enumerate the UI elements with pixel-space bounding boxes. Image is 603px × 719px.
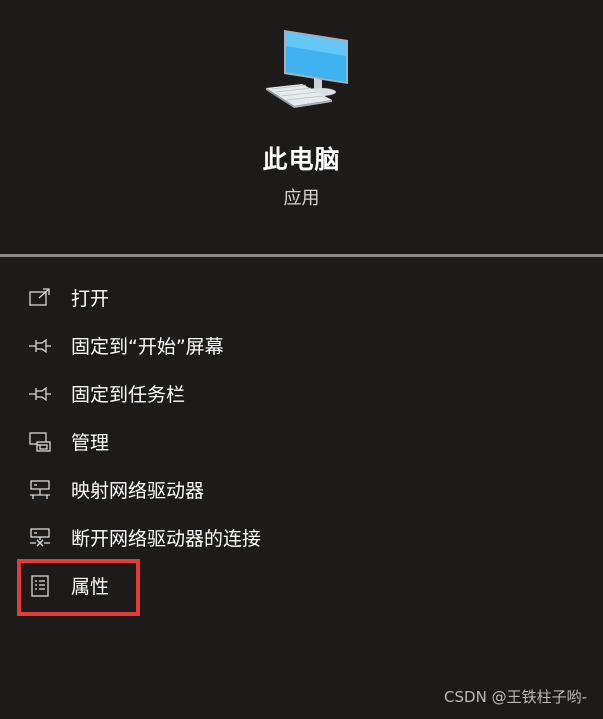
watermark: CSDN @王铁柱子哟- [444,688,587,706]
divider [0,254,603,257]
menu-item-open[interactable]: 打开 [0,275,603,323]
menu-item-label: 映射网络驱动器 [71,480,205,502]
properties-list-icon [31,575,49,597]
context-menu: 打开 固定到“开始”屏幕 固定到任务栏 管理 映射网络驱动器 断开网络驱动器的连… [0,275,603,611]
menu-item-label: 打开 [71,288,110,310]
app-header: 此电脑 应用 [0,0,603,254]
app-title: 此电脑 [262,145,341,174]
menu-item-label: 固定到“开始”屏幕 [71,336,224,358]
menu-item-map-network-drive[interactable]: 映射网络驱动器 [0,467,603,515]
menu-item-manage[interactable]: 管理 [0,419,603,467]
computer-manage-icon [29,432,51,452]
network-drive-disconnect-icon [30,528,50,547]
menu-item-label: 管理 [71,432,110,454]
menu-item-label: 属性 [71,576,110,598]
menu-item-pin-to-taskbar[interactable]: 固定到任务栏 [0,371,603,419]
menu-item-label: 断开网络驱动器的连接 [71,528,262,550]
open-external-icon [29,288,50,306]
menu-item-pin-to-start[interactable]: 固定到“开始”屏幕 [0,323,603,371]
app-subtitle: 应用 [283,188,320,209]
computer-monitor-icon [266,30,348,108]
menu-item-label: 固定到任务栏 [71,384,186,406]
pin-icon [29,338,51,354]
network-drive-icon [30,480,50,499]
menu-item-properties[interactable]: 属性 [0,563,603,611]
menu-item-disconnect-network-drive[interactable]: 断开网络驱动器的连接 [0,515,603,563]
pin-icon [29,386,51,402]
